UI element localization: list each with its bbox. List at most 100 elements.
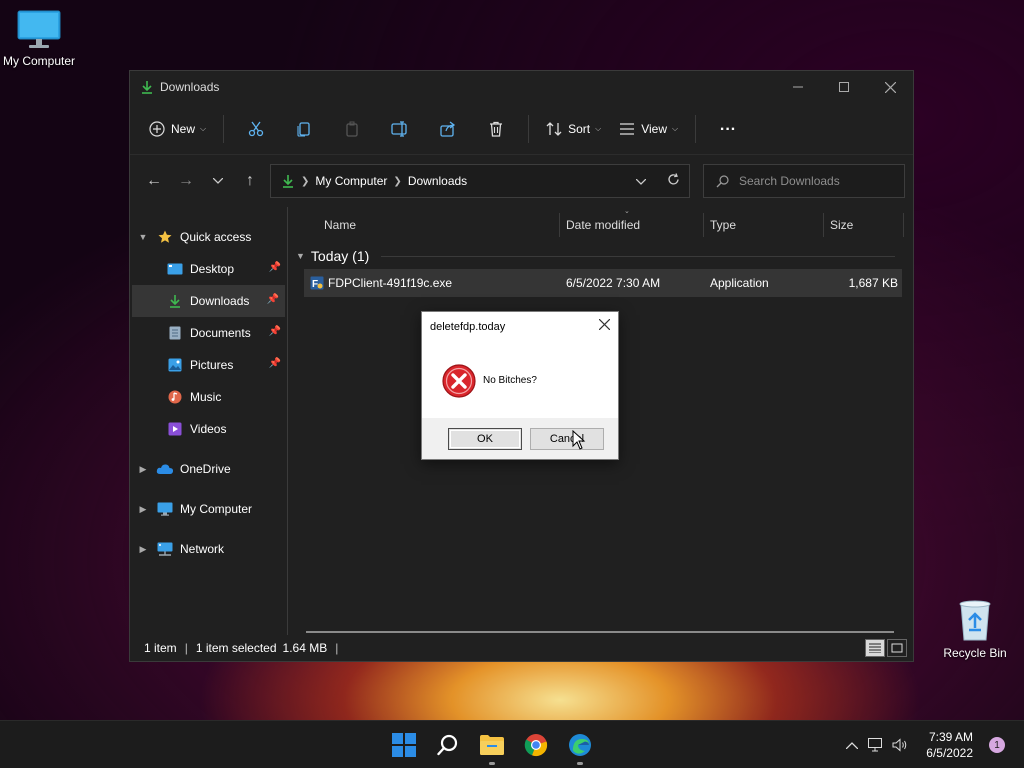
recent-locations-button[interactable] — [202, 165, 234, 197]
group-header-today[interactable]: ▼ Today (1) — [288, 243, 913, 269]
refresh-icon — [667, 173, 679, 185]
minimize-button[interactable] — [775, 71, 821, 103]
share-button[interactable] — [424, 113, 472, 145]
group-divider — [381, 255, 895, 257]
file-date: 6/5/2022 7:30 AM — [566, 276, 661, 290]
sort-button[interactable]: Sort ⌵ — [537, 113, 610, 145]
nav-item-label: Pictures — [190, 358, 234, 372]
address-row: ← → ↑ ❯ My Computer ❯ Downloads — [130, 155, 913, 207]
nav-item-desktop[interactable]: Desktop 📌 — [130, 253, 287, 285]
chevron-down-icon: ⌵ — [671, 123, 679, 133]
taskbar-chrome[interactable] — [514, 723, 558, 767]
chevron-down-icon: ⌵ — [200, 123, 207, 133]
details-view-button[interactable] — [865, 639, 885, 657]
address-bar[interactable]: ❯ My Computer ❯ Downloads — [270, 164, 690, 198]
system-tray: 7:39 AM 6/5/2022 1 — [840, 721, 1024, 768]
refresh-button[interactable] — [657, 173, 689, 189]
file-row[interactable]: F FDPClient-491f19c.exe 6/5/2022 7:30 AM… — [304, 269, 902, 297]
cancel-button[interactable]: Cancel — [530, 428, 604, 450]
clock[interactable]: 7:39 AM 6/5/2022 — [926, 729, 973, 761]
search-box[interactable] — [703, 164, 905, 198]
up-button[interactable]: ↑ — [234, 165, 266, 197]
nav-root-label: OneDrive — [180, 462, 231, 476]
network-tray-button[interactable] — [864, 738, 888, 752]
edge-icon — [569, 734, 591, 756]
nav-item-downloads[interactable]: Downloads 📌 — [132, 285, 285, 317]
toolbar-divider — [223, 114, 225, 143]
horizontal-scrollbar[interactable] — [306, 631, 894, 633]
clock-time: 7:39 AM — [928, 730, 973, 744]
dialog-close-button[interactable] — [598, 317, 611, 335]
notification-badge[interactable]: 1 — [989, 737, 1005, 753]
taskbar: 7:39 AM 6/5/2022 1 — [0, 720, 1024, 768]
paste-button[interactable] — [328, 113, 376, 145]
nav-network[interactable]: ▶ Network — [130, 533, 287, 565]
start-button[interactable] — [382, 723, 426, 767]
nav-item-label: Videos — [190, 422, 227, 436]
show-hidden-icons-button[interactable] — [840, 741, 864, 749]
scissors-icon — [248, 121, 264, 136]
nav-item-videos[interactable]: Videos — [130, 413, 287, 445]
status-selected: 1 item selected — [195, 641, 277, 655]
maximize-button[interactable] — [821, 71, 867, 103]
file-type: Application — [710, 276, 769, 290]
column-header-name[interactable]: Name — [318, 213, 560, 237]
more-options-button[interactable]: ... — [704, 113, 752, 145]
forward-button[interactable]: → — [170, 165, 202, 197]
nav-item-label: Music — [190, 390, 222, 404]
nav-item-pictures[interactable]: Pictures 📌 — [130, 349, 287, 381]
dialog-title: deletefdp.today — [430, 321, 506, 333]
column-header-size[interactable]: Size — [824, 213, 904, 237]
breadcrumb-my-computer[interactable]: My Computer — [315, 174, 387, 188]
status-divider: | — [184, 641, 188, 655]
document-icon — [169, 326, 181, 340]
address-dropdown-button[interactable] — [625, 174, 657, 188]
back-button[interactable]: ← — [138, 165, 170, 197]
nav-item-documents[interactable]: Documents 📌 — [130, 317, 287, 349]
maximize-icon — [839, 82, 849, 92]
toolbar-divider — [528, 114, 530, 143]
chrome-icon — [524, 734, 548, 757]
svg-text:F: F — [312, 279, 318, 290]
copy-button[interactable] — [280, 113, 328, 145]
taskbar-file-explorer[interactable] — [470, 723, 514, 767]
nav-item-music[interactable]: Music — [130, 381, 287, 413]
column-header-type[interactable]: Type — [704, 213, 824, 237]
rename-button[interactable] — [376, 113, 424, 145]
nav-quick-access-label: Quick access — [180, 230, 252, 244]
nav-quick-access[interactable]: ▼ Quick access — [130, 221, 287, 253]
desktop-my-computer[interactable]: My Computer — [0, 10, 81, 68]
column-header-label: Name — [324, 218, 357, 232]
taskbar-search-button[interactable] — [426, 723, 470, 767]
nav-onedrive[interactable]: ▶ OneDrive — [130, 453, 287, 485]
chevron-down-icon: ⌵ — [595, 123, 602, 133]
nav-my-computer[interactable]: ▶ My Computer — [130, 493, 287, 525]
ok-button[interactable]: OK — [448, 428, 522, 450]
search-input[interactable] — [739, 174, 889, 188]
desktop-recycle-bin-label: Recycle Bin — [943, 646, 1007, 660]
new-button[interactable]: New ⌵ — [140, 113, 215, 145]
chevron-down-icon[interactable]: ▼ — [296, 251, 305, 261]
delete-button[interactable] — [472, 113, 520, 145]
speaker-icon — [892, 738, 907, 752]
pictures-icon — [168, 358, 182, 372]
view-button[interactable]: View ⌵ — [610, 113, 687, 145]
chevron-right-icon[interactable]: ▶ — [130, 504, 156, 515]
sort-label: Sort — [568, 121, 591, 136]
tiles-view-button[interactable] — [887, 639, 907, 657]
desktop-recycle-bin[interactable]: Recycle Bin — [933, 598, 1017, 660]
breadcrumb-downloads[interactable]: Downloads — [408, 174, 467, 188]
chevron-right-icon[interactable]: ▶ — [130, 544, 156, 555]
volume-button[interactable] — [888, 738, 912, 752]
chevron-right-icon[interactable]: ▶ — [130, 464, 156, 475]
chevron-down-icon[interactable]: ▼ — [130, 232, 156, 242]
videos-icon — [168, 422, 182, 436]
taskbar-edge[interactable] — [558, 723, 602, 767]
list-view-icon — [620, 122, 635, 135]
paste-icon — [346, 121, 358, 137]
column-header-date-modified[interactable]: ⌄ Date modified — [560, 208, 704, 237]
column-header-label: Size — [830, 218, 854, 232]
close-button[interactable] — [867, 71, 913, 103]
title-bar[interactable]: Downloads — [130, 71, 913, 103]
cut-button[interactable] — [232, 113, 280, 145]
